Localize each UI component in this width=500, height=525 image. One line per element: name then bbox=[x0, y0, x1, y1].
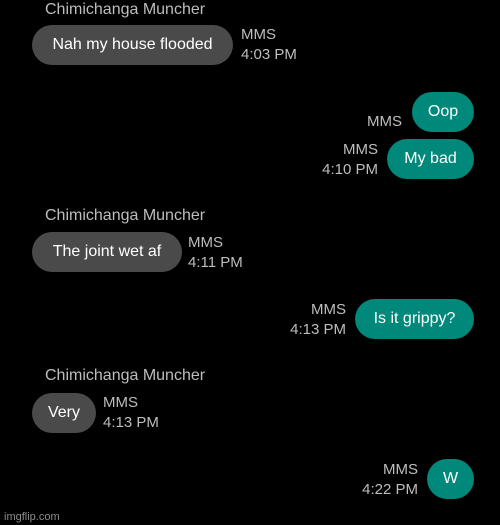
message-meta: MMS bbox=[360, 112, 402, 132]
message-bubble[interactable]: The joint wet af bbox=[32, 232, 182, 272]
sender-name: Chimichanga Muncher bbox=[45, 367, 206, 384]
sender-name: Chimichanga Muncher bbox=[45, 1, 206, 18]
message-bubble[interactable]: Is it grippy? bbox=[355, 299, 474, 339]
sender-name: Chimichanga Muncher bbox=[45, 207, 206, 224]
message-time: 4:13 PM bbox=[290, 321, 346, 338]
message-bubble[interactable]: Nah my house flooded bbox=[32, 25, 233, 65]
message-time: 4:03 PM bbox=[241, 46, 297, 63]
message-bubble[interactable]: Very bbox=[32, 393, 96, 433]
message-type: MMS bbox=[383, 461, 418, 478]
message-meta: MMS 4:10 PM bbox=[312, 140, 378, 180]
message-bubble[interactable]: W bbox=[427, 459, 474, 499]
message-type: MMS bbox=[241, 26, 276, 43]
message-type: MMS bbox=[367, 113, 402, 130]
message-bubble[interactable]: My bad bbox=[387, 139, 474, 179]
message-meta: MMS 4:13 PM bbox=[280, 300, 346, 340]
message-meta: MMS 4:13 PM bbox=[103, 393, 159, 433]
message-type: MMS bbox=[103, 394, 138, 411]
message-time: 4:22 PM bbox=[362, 481, 418, 498]
message-meta: MMS 4:03 PM bbox=[241, 25, 297, 65]
message-meta: MMS 4:11 PM bbox=[188, 233, 243, 273]
message-meta: MMS 4:22 PM bbox=[352, 460, 418, 500]
message-bubble[interactable]: Oop bbox=[412, 92, 474, 132]
message-time: 4:11 PM bbox=[188, 254, 243, 271]
message-time: 4:10 PM bbox=[322, 161, 378, 178]
message-time: 4:13 PM bbox=[103, 414, 159, 431]
message-type: MMS bbox=[343, 141, 378, 158]
message-type: MMS bbox=[311, 301, 346, 318]
watermark: imgflip.com bbox=[4, 511, 60, 523]
message-type: MMS bbox=[188, 234, 223, 251]
